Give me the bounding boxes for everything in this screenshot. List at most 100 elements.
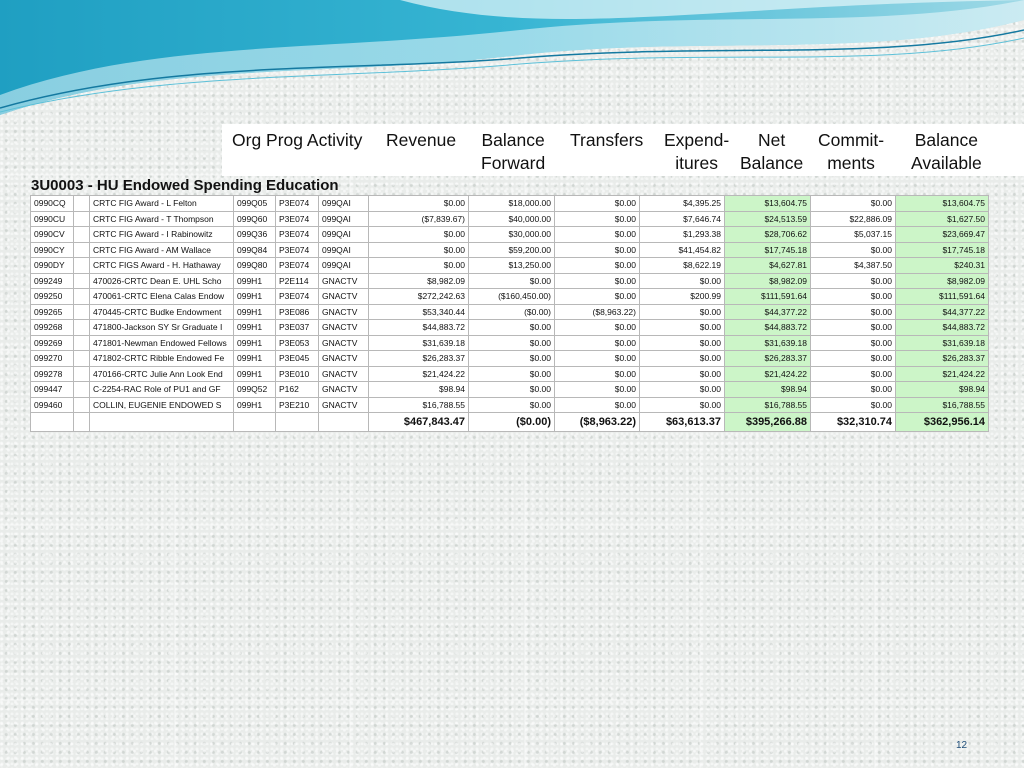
cell-prog: 099Q84 (233, 241, 276, 258)
cell-activity: P3E045 (275, 350, 319, 367)
cell-net-balance: $13,604.75 (724, 195, 811, 212)
cell-source: GNACTV (318, 288, 369, 305)
cell-org: 099447 (30, 381, 74, 398)
cell-org: 099268 (30, 319, 74, 336)
table-row: 099278 470166-CRTC Julie Ann Look End 099H… (30, 365, 989, 382)
cell-balance-available: $17,745.18 (895, 241, 989, 258)
cell-spacer (73, 350, 90, 367)
total-balance-forward: ($0.00) (468, 412, 555, 432)
cell-balance-forward: $59,200.00 (468, 241, 555, 258)
cell-commitments: $0.00 (810, 319, 896, 336)
cell-revenue: $272,242.63 (368, 288, 469, 305)
cell-expenditures: $0.00 (639, 334, 725, 351)
cell-spacer (73, 195, 90, 212)
cell-revenue: ($7,839.67) (368, 210, 469, 227)
cell-balance-available: $44,377.22 (895, 303, 989, 320)
cell-activity: P3E074 (275, 195, 319, 212)
table-row: 0990CU CRTC FIG Award - T Thompson 099Q60 P… (30, 210, 989, 227)
cell-transfers: $0.00 (554, 381, 640, 398)
cell-source: GNACTV (318, 396, 369, 413)
cell-org: 099278 (30, 365, 74, 382)
cell-expenditures: $4,395.25 (639, 195, 725, 212)
table-row: 099250 470061-CRTC Elena Calas Endow 099H1… (30, 288, 989, 305)
cell-expenditures: $7,646.74 (639, 210, 725, 227)
cell-transfers: $0.00 (554, 210, 640, 227)
cell-description: 470166-CRTC Julie Ann Look End (89, 365, 234, 382)
cell-source: 099QAI (318, 210, 369, 227)
cell-spacer (73, 288, 90, 305)
cell-revenue: $26,283.37 (368, 350, 469, 367)
cell-expenditures: $41,454.82 (639, 241, 725, 258)
cell-activity: P3E074 (275, 257, 319, 274)
cell-commitments: $0.00 (810, 288, 896, 305)
cell-expenditures: $0.00 (639, 381, 725, 398)
cell-net-balance: $8,982.09 (724, 272, 811, 289)
cell-org: 099250 (30, 288, 74, 305)
cell-prog: 099Q52 (233, 381, 276, 398)
cell-prog: 099H1 (233, 319, 276, 336)
cell-activity: P3E210 (275, 396, 319, 413)
cell-commitments: $0.00 (810, 381, 896, 398)
cell-spacer (73, 257, 90, 274)
cell-balance-available: $111,591.64 (895, 288, 989, 305)
cell-spacer (73, 272, 90, 289)
cell-net-balance: $26,283.37 (724, 350, 811, 367)
cell-spacer (73, 303, 90, 320)
table-row: 099270 471802-CRTC Ribble Endowed Fe 099H1… (30, 350, 989, 367)
cell-transfers: $0.00 (554, 241, 640, 258)
cell-balance-forward: ($0.00) (468, 303, 555, 320)
cell-revenue: $44,883.72 (368, 319, 469, 336)
cell-description: C-2254-RAC Role of PU1 and GF (89, 381, 234, 398)
table-row: 099249 470026-CRTC Dean E. UHL Scho 099H1 P… (30, 272, 989, 289)
cell-org: 099265 (30, 303, 74, 320)
cell-transfers: $0.00 (554, 272, 640, 289)
cell-revenue: $0.00 (368, 241, 469, 258)
cell-net-balance: $24,513.59 (724, 210, 811, 227)
cell-org: 0990DY (30, 257, 74, 274)
cell-source: 099QAI (318, 195, 369, 212)
total-transfers: ($8,963.22) (554, 412, 640, 432)
cell-prog: 099H1 (233, 272, 276, 289)
cell-expenditures: $0.00 (639, 396, 725, 413)
cell-description: 470445-CRTC Budke Endowment (89, 303, 234, 320)
cell-spacer (73, 396, 90, 413)
cell-description: COLLIN, EUGENIE ENDOWED S (89, 396, 234, 413)
total-empty-cell (275, 412, 319, 432)
cell-revenue: $53,340.44 (368, 303, 469, 320)
table-row: 099447 C-2254-RAC Role of PU1 and GF 099Q5… (30, 381, 989, 398)
cell-org: 099269 (30, 334, 74, 351)
cell-activity: P3E086 (275, 303, 319, 320)
cell-balance-available: $1,627.50 (895, 210, 989, 227)
cell-source: GNACTV (318, 319, 369, 336)
total-expenditures: $63,613.37 (639, 412, 725, 432)
cell-org: 0990CU (30, 210, 74, 227)
totals-row: $467,843.47 ($0.00) ($8,963.22) $63,613.37 $… (30, 412, 989, 432)
cell-balance-forward: $0.00 (468, 350, 555, 367)
cell-transfers: $0.00 (554, 319, 640, 336)
cell-activity: P3E074 (275, 241, 319, 258)
cell-transfers: $0.00 (554, 350, 640, 367)
cell-revenue: $0.00 (368, 195, 469, 212)
cell-activity: P2E114 (275, 272, 319, 289)
table-title: 3U0003 - HU Endowed Spending Education (31, 177, 339, 194)
cell-commitments: $0.00 (810, 350, 896, 367)
cell-balance-forward: $0.00 (468, 319, 555, 336)
cell-org: 0990CV (30, 226, 74, 243)
table-row: 099268 471800-Jackson SY Sr Graduate I 099… (30, 319, 989, 336)
cell-org: 0990CY (30, 241, 74, 258)
cell-prog: 099Q05 (233, 195, 276, 212)
cell-balance-forward: $40,000.00 (468, 210, 555, 227)
cell-revenue: $0.00 (368, 226, 469, 243)
cell-source: GNACTV (318, 365, 369, 382)
total-net-balance: $395,266.88 (724, 412, 811, 432)
cell-transfers: $0.00 (554, 226, 640, 243)
header-org-prog-activity: Org Prog Activity (232, 130, 363, 150)
header-net-balance: Net Balance (740, 130, 804, 173)
cell-revenue: $8,982.09 (368, 272, 469, 289)
cell-balance-available: $240.31 (895, 257, 989, 274)
cell-balance-forward: $30,000.00 (468, 226, 555, 243)
cell-prog: 099H1 (233, 396, 276, 413)
cell-prog: 099H1 (233, 303, 276, 320)
cell-revenue: $98.94 (368, 381, 469, 398)
cell-balance-available: $21,424.22 (895, 365, 989, 382)
